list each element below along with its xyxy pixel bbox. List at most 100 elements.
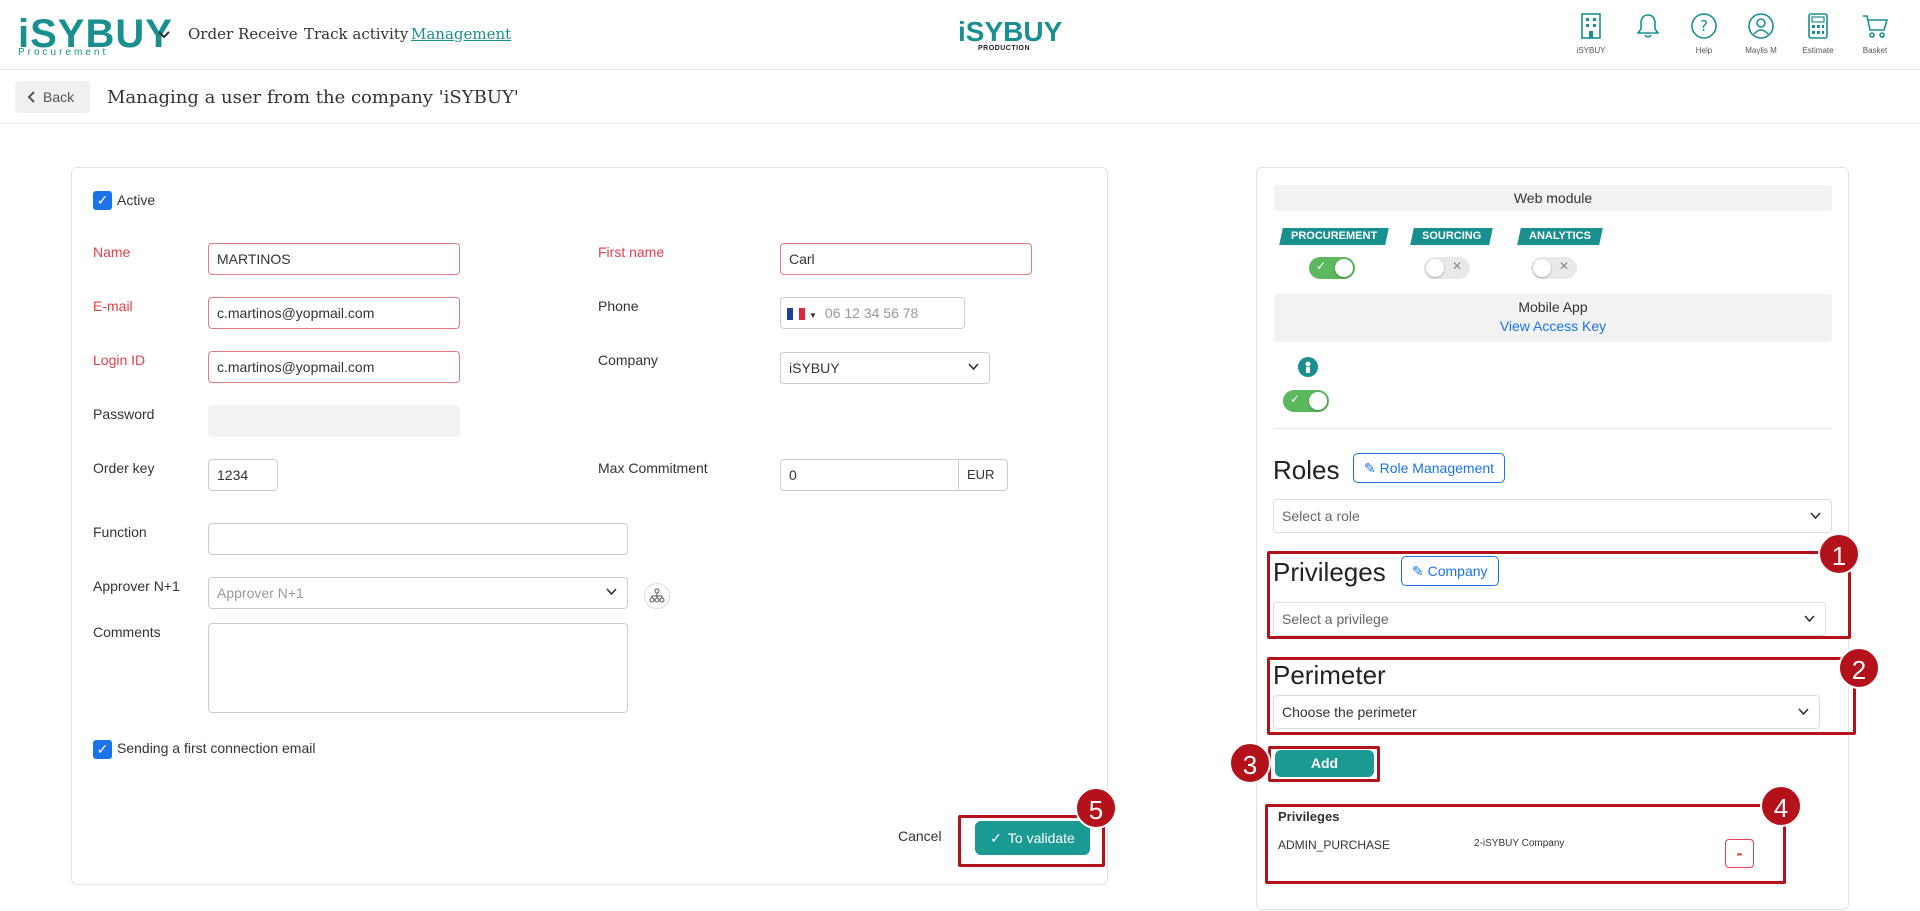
- mobile-app-section: Mobile App View Access Key: [1274, 294, 1832, 342]
- procurement-toggle[interactable]: ✓: [1309, 257, 1355, 279]
- company-select[interactable]: iSYBUY: [780, 352, 990, 384]
- callout-box-2: [1267, 657, 1856, 735]
- divider: [0, 123, 1920, 124]
- check-icon: ✓: [1316, 259, 1327, 273]
- chevron-down-icon: [968, 353, 979, 383]
- estimate-label: Estimate: [1802, 46, 1834, 55]
- france-flag-icon[interactable]: [787, 308, 805, 321]
- bell-icon: [1623, 12, 1673, 40]
- callout-badge-3: 3: [1229, 742, 1271, 784]
- user-icon: [1736, 12, 1786, 40]
- back-button[interactable]: Back: [15, 81, 90, 113]
- role-placeholder: Select a role: [1282, 508, 1360, 524]
- cart-icon: [1850, 12, 1900, 40]
- mobile-app-toggle[interactable]: ✓: [1283, 390, 1329, 412]
- svg-text:?: ?: [1700, 17, 1708, 35]
- approver-label: Approver N+1: [93, 578, 180, 594]
- web-module-header: Web module: [1274, 185, 1832, 211]
- callout-badge-2: 2: [1838, 647, 1880, 689]
- comments-label: Comments: [93, 624, 161, 640]
- max-commitment-input[interactable]: 0: [780, 459, 959, 491]
- phone-label: Phone: [598, 298, 639, 314]
- nav-receive[interactable]: Receive: [238, 25, 298, 43]
- nav-management[interactable]: Management: [411, 25, 511, 43]
- sending-email-checkbox[interactable]: ✓: [93, 740, 112, 759]
- view-access-key-link[interactable]: View Access Key: [1274, 318, 1832, 334]
- environment-logo: iSYBUY: [958, 16, 1063, 47]
- user-name: Maylis M: [1745, 46, 1777, 55]
- comments-textarea[interactable]: [208, 623, 628, 713]
- function-label: Function: [93, 524, 147, 540]
- calculator-icon: [1793, 12, 1843, 40]
- name-input[interactable]: MARTINOS: [208, 243, 460, 275]
- order-key-label: Order key: [93, 460, 155, 476]
- currency-addon: EUR: [958, 459, 1008, 491]
- callout-box-1: [1267, 551, 1851, 639]
- top-navbar: iSYBUY Procurement Order Receive Track a…: [0, 0, 1920, 70]
- function-input[interactable]: [208, 523, 628, 555]
- login-input[interactable]: c.martinos@yopmail.com: [208, 351, 460, 383]
- password-label: Password: [93, 406, 155, 422]
- password-input: [208, 405, 460, 437]
- phone-input[interactable]: ▼ 06 12 34 56 78: [780, 297, 965, 329]
- role-select[interactable]: Select a role: [1273, 499, 1832, 533]
- login-label: Login ID: [93, 352, 146, 368]
- procurement-tag: PROCUREMENT: [1279, 228, 1389, 245]
- check-icon: ✓: [1290, 392, 1301, 406]
- basket-button[interactable]: Basket: [1850, 12, 1900, 55]
- estimate-button[interactable]: Estimate: [1793, 12, 1843, 55]
- callout-badge-5: 5: [1075, 787, 1117, 829]
- order-key-input[interactable]: 1234: [208, 459, 278, 491]
- chevron-left-icon: [27, 82, 35, 114]
- max-commitment-label: Max Commitment: [598, 460, 708, 476]
- company-menu[interactable]: iSYBUY: [1566, 12, 1616, 55]
- active-label: Active: [117, 192, 156, 208]
- approver-select[interactable]: Approver N+1: [208, 577, 628, 609]
- first-name-label: First name: [598, 244, 665, 260]
- sourcing-toggle[interactable]: ✕: [1424, 257, 1470, 279]
- page-title: Managing a user from the company 'iSYBUY…: [107, 87, 519, 108]
- brand-logo-subtitle: Procurement: [18, 47, 109, 58]
- first-name-input[interactable]: Carl: [780, 243, 1032, 275]
- environment-label: PRODUCTION: [978, 45, 1031, 52]
- cancel-button[interactable]: Cancel: [898, 828, 942, 844]
- user-menu[interactable]: Maylis M: [1736, 12, 1786, 55]
- name-label: Name: [93, 244, 131, 260]
- back-label: Back: [43, 89, 75, 105]
- mobile-app-logo-icon: [1298, 357, 1318, 377]
- hierarchy-button[interactable]: [644, 583, 670, 609]
- callout-badge-1: 1: [1818, 533, 1860, 575]
- building-icon: [1566, 12, 1616, 40]
- company-value: iSYBUY: [789, 360, 840, 376]
- help-button[interactable]: ? Help: [1679, 12, 1729, 55]
- chevron-down-icon: [1810, 501, 1821, 533]
- divider: [1274, 428, 1832, 429]
- chevron-down-icon: [606, 578, 617, 608]
- callout-badge-4: 4: [1760, 785, 1802, 827]
- role-management-button[interactable]: ✎ Role Management: [1353, 453, 1506, 483]
- roles-title: Roles: [1273, 455, 1340, 485]
- company-menu-label: iSYBUY: [1576, 46, 1606, 55]
- active-checkbox[interactable]: ✓: [93, 191, 112, 210]
- mobile-app-label: Mobile App: [1518, 299, 1588, 315]
- notifications-button[interactable]: [1623, 12, 1673, 40]
- analytics-toggle[interactable]: ✕: [1531, 257, 1577, 279]
- email-label: E-mail: [93, 298, 133, 314]
- close-icon: ✕: [1558, 259, 1569, 273]
- analytics-tag: ANALYTICS: [1517, 228, 1603, 245]
- callout-box-4: [1265, 804, 1786, 884]
- help-label: Help: [1695, 46, 1713, 55]
- chevron-down-icon[interactable]: [158, 28, 170, 42]
- company-label: Company: [598, 352, 658, 368]
- email-input[interactable]: c.martinos@yopmail.com: [208, 297, 460, 329]
- callout-box-3: [1268, 746, 1380, 782]
- org-chart-icon: [649, 588, 665, 608]
- sourcing-tag: SOURCING: [1410, 228, 1494, 245]
- basket-label: Basket: [1862, 46, 1888, 55]
- caret-down-icon: ▼: [809, 311, 817, 320]
- nav-track-activity[interactable]: Track activity: [304, 25, 408, 43]
- nav-order[interactable]: Order: [188, 25, 233, 43]
- phone-placeholder: 06 12 34 56 78: [824, 305, 919, 321]
- close-icon: ✕: [1451, 259, 1462, 273]
- sending-email-label: Sending a first connection email: [117, 740, 316, 756]
